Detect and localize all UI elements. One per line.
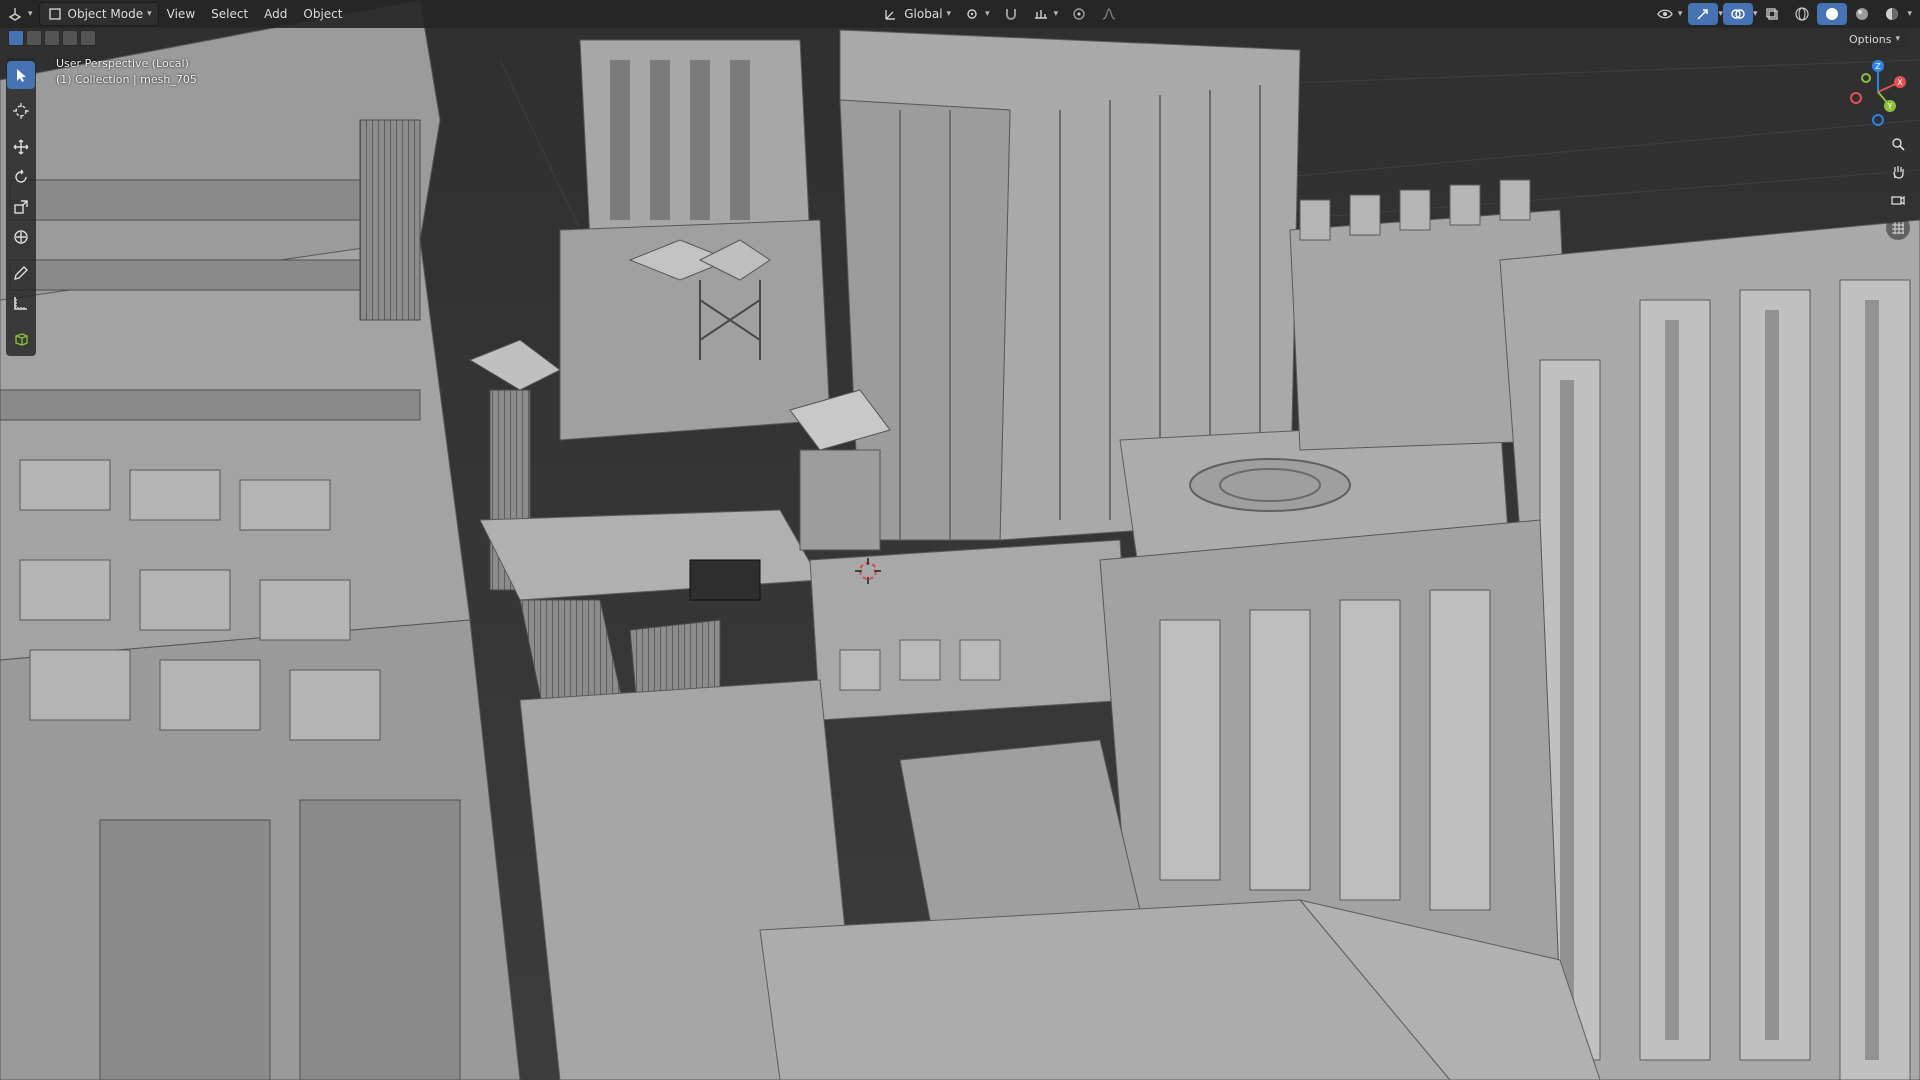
selection-mode-group [8, 30, 96, 46]
move-arrows-icon [13, 139, 29, 155]
chevron-down-icon: ▾ [28, 9, 33, 19]
chevron-down-icon: ▾ [946, 9, 952, 19]
y-axis-label: Y [1887, 102, 1893, 111]
cursor-arrow-icon [17, 69, 26, 82]
x-axis-label: X [1897, 78, 1903, 87]
solid-shading-icon [1823, 5, 1841, 23]
orientation-icon [882, 5, 900, 23]
wireframe-shading-icon [1793, 5, 1811, 23]
options-label: Options [1849, 32, 1892, 46]
select-box-tool[interactable] [7, 61, 35, 89]
rotate-icon [15, 169, 27, 183]
pan-button[interactable] [1886, 160, 1910, 184]
toggle-ortho-button[interactable] [1886, 216, 1910, 240]
pivot-point-icon [963, 5, 981, 23]
select-invert-icon[interactable] [62, 30, 78, 46]
shading-wireframe-button[interactable] [1787, 3, 1817, 25]
cursor-tool[interactable] [7, 97, 35, 125]
neg-z-axis-handle [1872, 114, 1884, 126]
add-cube-tool[interactable] [7, 325, 35, 353]
select-set-new-icon[interactable] [8, 30, 24, 46]
snap-toggle[interactable] [996, 3, 1026, 25]
shading-material-button[interactable] [1847, 3, 1877, 25]
object-mode-icon [46, 5, 64, 23]
snap-magnet-icon [1002, 5, 1020, 23]
navigation-gizmo[interactable]: Z X Y [1846, 58, 1910, 130]
chevron-down-icon: ▾ [1895, 34, 1900, 44]
3d-cursor-icon [855, 558, 881, 584]
move-tool[interactable] [7, 133, 35, 161]
overlays-icon [1729, 5, 1747, 23]
gizmo-icon [1694, 5, 1712, 23]
camera-icon [1891, 195, 1905, 206]
camera-view-button[interactable] [1886, 188, 1910, 212]
select-extend-icon[interactable] [26, 30, 42, 46]
neg-x-axis-handle [1850, 92, 1862, 104]
select-intersect-icon[interactable] [80, 30, 96, 46]
menu-select[interactable]: Select [203, 7, 256, 21]
proportional-falloff-button[interactable] [1094, 3, 1124, 25]
collection-label: (1) Collection | mesh_705 [56, 73, 197, 86]
shading-solid-button[interactable] [1817, 3, 1848, 25]
transform-orientation-dropdown[interactable]: Global ▾ [876, 3, 957, 25]
shading-rendered-button[interactable] [1877, 3, 1907, 25]
3d-viewport-icon [6, 5, 24, 23]
snap-increment-icon [1032, 5, 1050, 23]
object-visibility-dropdown[interactable]: ▾ [1650, 3, 1689, 25]
menu-add[interactable]: Add [256, 7, 295, 21]
zoom-button[interactable] [1886, 132, 1910, 156]
chevron-down-icon: ▾ [985, 9, 990, 19]
menu-view[interactable]: View [159, 7, 203, 21]
gizmo-toggle[interactable] [1688, 3, 1719, 25]
chevron-down-icon: ▾ [1053, 9, 1059, 19]
chevron-down-icon: ▾ [147, 9, 152, 19]
3d-cursor-icon [13, 103, 29, 119]
mode-dropdown[interactable]: Object Mode ▾ [38, 2, 159, 26]
pencil-icon [14, 266, 28, 280]
annotate-tool[interactable] [7, 259, 35, 287]
perspective-label: User Perspective (Local) [56, 57, 189, 70]
rendered-shading-icon [1883, 5, 1901, 23]
3d-viewport[interactable] [0, 0, 1920, 1080]
transform-tool[interactable] [7, 223, 35, 251]
transform-orientation-label: Global [904, 7, 943, 21]
scale-icon [14, 200, 28, 214]
tool-shelf [6, 58, 36, 356]
ruler-icon [14, 297, 27, 310]
scale-tool[interactable] [7, 193, 35, 221]
eye-icon [1656, 5, 1674, 23]
measure-tool[interactable] [7, 289, 35, 317]
select-subtract-icon[interactable] [44, 30, 60, 46]
scene-render[interactable] [0, 0, 1920, 1080]
proportional-editing-toggle[interactable] [1064, 3, 1094, 25]
proportional-editing-icon [1070, 5, 1088, 23]
chevron-down-icon: ▾ [1677, 9, 1683, 19]
xray-icon [1763, 5, 1781, 23]
overlays-toggle[interactable] [1722, 3, 1753, 25]
snap-target-dropdown[interactable]: ▾ [1026, 3, 1065, 25]
view-navigation-buttons [1886, 132, 1910, 240]
editor-type-button[interactable]: ▾ [0, 3, 39, 25]
zoom-magnifier-icon [1892, 138, 1905, 151]
xray-toggle[interactable] [1757, 3, 1787, 25]
mode-label: Object Mode [67, 7, 144, 21]
chevron-down-icon[interactable]: ▾ [1907, 9, 1912, 19]
menu-object[interactable]: Object [295, 7, 350, 21]
neg-y-axis-handle [1861, 73, 1871, 83]
add-cube-icon [15, 333, 28, 346]
viewport-header: ▾ Object Mode ▾ View Select Add Object G… [0, 0, 1920, 28]
falloff-curve-icon [1100, 5, 1118, 23]
hand-icon [1893, 166, 1904, 179]
rotate-tool[interactable] [7, 163, 35, 191]
options-dropdown[interactable]: Options ▾ [1841, 30, 1908, 48]
pivot-point-dropdown[interactable]: ▾ [957, 3, 996, 25]
transform-icon [14, 230, 28, 244]
z-axis-label: Z [1875, 62, 1881, 71]
viewport-info-overlay: User Perspective (Local) (1) Collection … [56, 56, 197, 88]
grid-icon [1892, 222, 1904, 234]
material-shading-icon [1853, 5, 1871, 23]
blender-window: ▾ Object Mode ▾ View Select Add Object G… [0, 0, 1920, 1080]
